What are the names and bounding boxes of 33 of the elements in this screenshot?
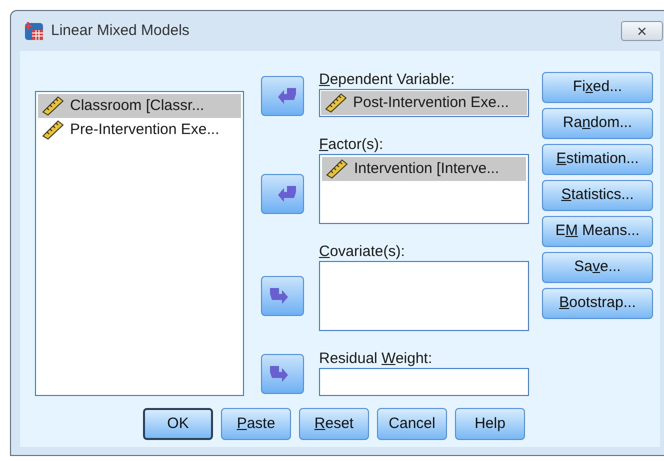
dialog-button[interactable]: Bootstrap... — [542, 288, 653, 319]
dialog-button[interactable]: Paste — [221, 408, 291, 440]
variable-field[interactable] — [319, 368, 529, 396]
field-label: Covariate(s): — [319, 243, 406, 261]
dialog-button[interactable]: Random... — [542, 108, 653, 139]
variable-list[interactable] — [319, 261, 529, 331]
app-icon — [23, 20, 45, 42]
ruler-icon — [325, 93, 347, 113]
variable-item[interactable]: Classroom [Classr... — [38, 94, 241, 118]
variable-item[interactable]: Pre-Intervention Exe... — [38, 118, 241, 142]
dialog-button[interactable]: Reset — [299, 408, 369, 440]
ruler-icon — [42, 120, 64, 140]
dialog-button[interactable]: Help — [455, 408, 525, 440]
dialog-button[interactable]: OK — [143, 408, 213, 440]
close-button[interactable]: ✕ — [621, 21, 663, 41]
field-label: Residual Weight: — [319, 350, 434, 368]
move-arrow-button[interactable] — [261, 174, 304, 214]
field-label: Factor(s): — [319, 136, 384, 154]
dialog-button[interactable]: EM Means... — [542, 216, 653, 247]
ruler-icon — [42, 96, 64, 116]
variable-item[interactable]: Intervention [Interve... — [322, 157, 526, 181]
dialog-button[interactable]: Save... — [542, 252, 653, 283]
move-arrow-button[interactable] — [261, 76, 304, 116]
field-label: Dependent Variable: — [319, 71, 456, 89]
move-arrow-button[interactable] — [261, 276, 304, 316]
window-title: Linear Mixed Models — [51, 20, 190, 41]
dialog-button[interactable]: Fixed... — [542, 72, 653, 103]
move-arrow-button[interactable] — [261, 354, 304, 394]
ruler-icon — [326, 159, 348, 179]
dialog-button[interactable]: Statistics... — [542, 180, 653, 211]
dialog-button[interactable]: Cancel — [377, 408, 447, 440]
variable-list[interactable]: Intervention [Interve... — [319, 154, 529, 224]
dialog-button[interactable]: Estimation... — [542, 144, 653, 175]
